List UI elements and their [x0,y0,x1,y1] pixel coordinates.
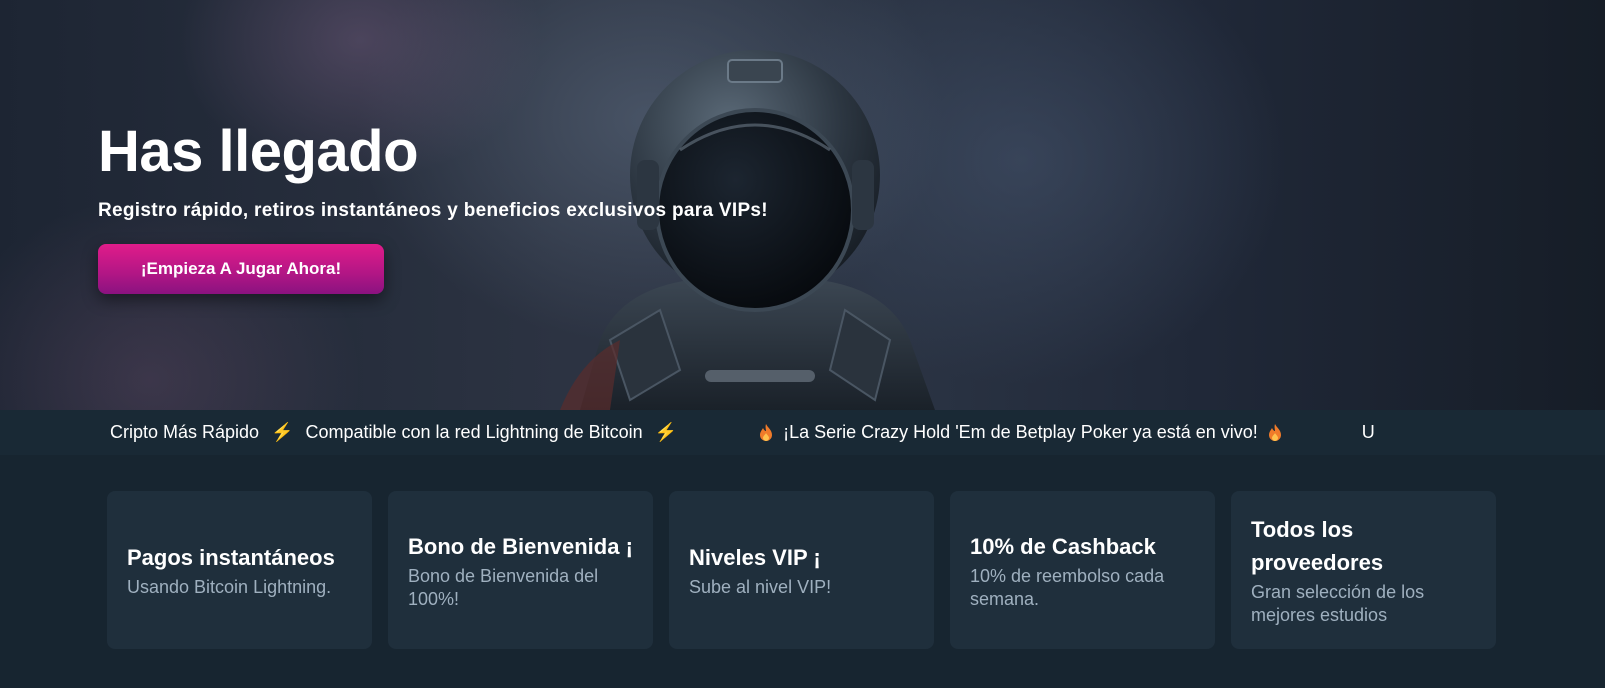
feature-desc: Gran selección de los mejores estudios [1251,582,1425,625]
feature-title: Todos los proveedores [1251,517,1384,575]
fire-icon [1268,423,1282,442]
feature-desc: Bono de Bienvenida del 100%! [408,565,599,609]
feature-card-welcome-bonus[interactable]: Bono de Bienvenida ¡ Bono de Bienvenida … [388,491,653,649]
news-ticker: Cripto Más Rápido ⚡ Compatible con la re… [0,410,1605,455]
ticker-item: Compatible con la red Lightning de Bitco… [305,422,643,442]
fire-icon [759,423,773,442]
feature-desc: Usando Bitcoin Lightning. [127,577,332,597]
ticker-item: U [1361,422,1375,442]
feature-title: Niveles VIP ¡ [689,545,821,570]
lightning-bolt-icon: ⚡ [654,422,678,442]
feature-desc: 10% de reembolso cada semana. [970,565,1165,609]
ticker-item: Cripto Más Rápido [110,422,260,442]
lightning-bolt-icon: ⚡ [271,422,294,442]
ticker-item: ¡La Serie Crazy Hold 'Em de Betplay Poke… [783,422,1258,442]
feature-desc: Sube al nivel VIP! [689,577,832,597]
hero-subtitle: Registro rápido, retiros instantáneos y … [98,200,768,221]
features-row: Pagos instantáneos Usando Bitcoin Lightn… [107,491,1497,649]
feature-card-vip-levels[interactable]: Niveles VIP ¡ Sube al nivel VIP! [669,491,934,649]
feature-title: Pagos instantáneos [127,545,335,570]
hero-banner: Has llegado Registro rápido, retiros ins… [0,0,1605,410]
hero-title: Has llegado [98,119,419,184]
feature-card-instant-payments[interactable]: Pagos instantáneos Usando Bitcoin Lightn… [107,491,372,649]
feature-card-cashback[interactable]: 10% de Cashback 10% de reembolso cada se… [950,491,1215,649]
astronaut-image [560,50,935,410]
feature-title: 10% de Cashback [970,533,1156,559]
start-playing-button[interactable]: ¡Empieza A Jugar Ahora! [98,244,384,294]
feature-card-all-providers[interactable]: Todos los proveedores Gran selección de … [1231,491,1496,649]
feature-title: Bono de Bienvenida ¡ [408,533,633,559]
